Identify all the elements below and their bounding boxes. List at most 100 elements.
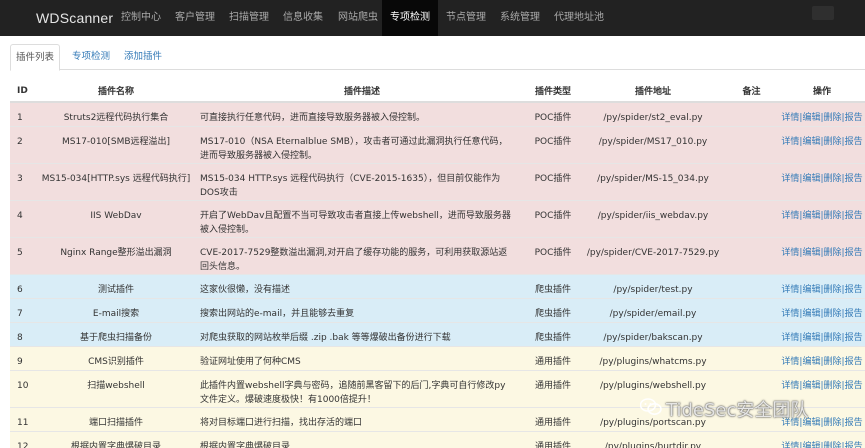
report-link[interactable]: 报告 [845, 333, 863, 343]
report-link[interactable]: 报告 [845, 285, 863, 295]
detail-link[interactable]: 详情 [781, 309, 799, 319]
detail-link[interactable]: 详情 [781, 442, 799, 448]
tab-bar: 插件列表 专项检测 添加插件 [10, 44, 865, 71]
detail-link[interactable]: 详情 [781, 248, 799, 258]
report-link[interactable]: 报告 [845, 248, 863, 258]
cell-path: /py/spider/MS-15_034.py [582, 162, 724, 200]
delete-link[interactable]: 删除 [824, 381, 842, 391]
nav-item-control-center[interactable]: 控制中心 [121, 0, 161, 36]
cell-id: 8 [10, 321, 32, 346]
edit-link[interactable]: 编辑 [802, 285, 820, 295]
cell-desc: 搜索出网站的e-mail，并且能够去重复 [200, 297, 524, 322]
edit-link[interactable]: 编辑 [802, 211, 820, 221]
detail-link[interactable]: 详情 [781, 285, 799, 295]
delete-link[interactable]: 删除 [824, 113, 842, 123]
report-link[interactable]: 报告 [845, 357, 863, 367]
cell-type: 爬虫插件 [524, 297, 582, 322]
edit-link[interactable]: 编辑 [802, 309, 820, 319]
cell-type: POC插件 [524, 125, 582, 163]
detail-link[interactable]: 详情 [781, 137, 799, 147]
nav-item-special-detection[interactable]: 专项检测 [382, 0, 438, 36]
cell-id: 3 [10, 162, 32, 200]
cell-ops: 详情|编辑|删除|报告 [779, 236, 865, 274]
tab-special-detection[interactable]: 专项检测 [72, 44, 110, 70]
tab-plugin-list[interactable]: 插件列表 [10, 44, 60, 71]
nav-item-nodes[interactable]: 节点管理 [446, 0, 486, 36]
cell-name: Nginx Range整形溢出漏洞 [32, 236, 200, 274]
cell-id: 1 [10, 101, 32, 126]
edit-link[interactable]: 编辑 [802, 137, 820, 147]
edit-link[interactable]: 编辑 [802, 381, 820, 391]
cell-id: 6 [10, 273, 32, 298]
nav-item-info-gathering[interactable]: 信息收集 [283, 0, 323, 36]
cell-desc: 对爬虫获取的网站枚举后缀 .zip .bak 等等爆破出备份进行下载 [200, 321, 524, 346]
cell-note [724, 297, 779, 322]
tab-add-plugin[interactable]: 添加插件 [124, 44, 162, 70]
report-link[interactable]: 报告 [845, 418, 863, 428]
cell-type: 通用插件 [524, 369, 582, 407]
detail-link[interactable]: 详情 [781, 211, 799, 221]
table-row: 8 基于爬虫扫描备份 对爬虫获取的网站枚举后缀 .zip .bak 等等爆破出备份进… [10, 321, 865, 346]
cell-ops: 详情|编辑|删除|报告 [779, 345, 865, 370]
delete-link[interactable]: 删除 [824, 333, 842, 343]
edit-link[interactable]: 编辑 [802, 442, 820, 448]
report-link[interactable]: 报告 [845, 381, 863, 391]
delete-link[interactable]: 删除 [824, 211, 842, 221]
cell-note [724, 162, 779, 200]
detail-link[interactable]: 详情 [781, 381, 799, 391]
cell-desc: 开启了WebDav且配置不当可导致攻击者直接上传webshell，进而导致服务器… [200, 199, 524, 237]
delete-link[interactable]: 删除 [824, 248, 842, 258]
nav-item-system[interactable]: 系统管理 [500, 0, 540, 36]
detail-link[interactable]: 详情 [781, 357, 799, 367]
nav-item-scans[interactable]: 扫描管理 [229, 0, 269, 36]
delete-link[interactable]: 删除 [824, 174, 842, 184]
delete-link[interactable]: 删除 [824, 309, 842, 319]
report-link[interactable]: 报告 [845, 137, 863, 147]
nav-item-proxy-pool[interactable]: 代理地址池 [554, 0, 604, 36]
cell-id: 10 [10, 369, 32, 407]
cell-id: 5 [10, 236, 32, 274]
report-link[interactable]: 报告 [845, 113, 863, 123]
edit-link[interactable]: 编辑 [802, 174, 820, 184]
report-link[interactable]: 报告 [845, 174, 863, 184]
report-link[interactable]: 报告 [845, 442, 863, 448]
delete-link[interactable]: 删除 [824, 285, 842, 295]
delete-link[interactable]: 删除 [824, 357, 842, 367]
col-header-path: 插件地址 [582, 80, 724, 103]
edit-link[interactable]: 编辑 [802, 357, 820, 367]
cell-path: /py/spider/email.py [582, 297, 724, 322]
watermark: TideSec安全团队 [639, 398, 808, 424]
edit-link[interactable]: 编辑 [802, 248, 820, 258]
edit-link[interactable]: 编辑 [802, 113, 820, 123]
cell-path: /py/spider/test.py [582, 273, 724, 298]
cell-type: 爬虫插件 [524, 273, 582, 298]
cell-ops: 详情|编辑|删除|报告 [779, 199, 865, 237]
cell-desc: CVE-2017-7529整数溢出漏洞,对开启了缓存功能的服务，可利用获取源站返… [200, 236, 524, 274]
detail-link[interactable]: 详情 [781, 174, 799, 184]
delete-link[interactable]: 删除 [824, 442, 842, 448]
cell-note [724, 125, 779, 163]
delete-link[interactable]: 删除 [824, 418, 842, 428]
cell-name: 基于爬虫扫描备份 [32, 321, 200, 346]
cell-type: 通用插件 [524, 430, 582, 448]
table-header-row: ID 插件名称 插件描述 插件类型 插件地址 备注 操作 [10, 80, 865, 103]
nav-item-crawler[interactable]: 网站爬虫 [338, 0, 378, 36]
cell-name: CMS识别插件 [32, 345, 200, 370]
report-link[interactable]: 报告 [845, 309, 863, 319]
cell-name: E-mail搜索 [32, 297, 200, 322]
edit-link[interactable]: 编辑 [802, 333, 820, 343]
detail-link[interactable]: 详情 [781, 333, 799, 343]
table-row: 5 Nginx Range整形溢出漏洞 CVE-2017-7529整数溢出漏洞,对开… [10, 236, 865, 274]
navbar-toggle[interactable] [812, 6, 834, 20]
cell-note [724, 430, 779, 448]
brand-logo[interactable]: WDScanner [36, 0, 113, 36]
cell-desc: 根据内置字典爆破目录 [200, 430, 524, 448]
cell-note [724, 101, 779, 126]
table-row: 6 测试插件 这家伙很懒，没有描述 爬虫插件/py/spider/test.py 详情|… [10, 273, 865, 298]
detail-link[interactable]: 详情 [781, 113, 799, 123]
report-link[interactable]: 报告 [845, 211, 863, 221]
nav-item-customers[interactable]: 客户管理 [175, 0, 215, 36]
cell-path: /py/spider/st2_eval.py [582, 101, 724, 126]
delete-link[interactable]: 删除 [824, 137, 842, 147]
cell-id: 7 [10, 297, 32, 322]
